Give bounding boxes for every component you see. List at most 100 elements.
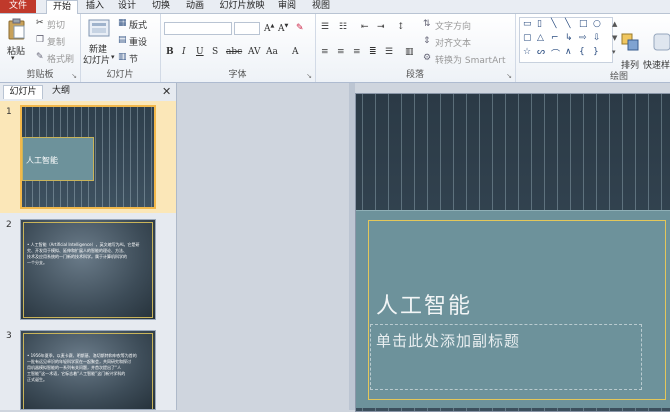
align-left-icon[interactable]: ≡: [321, 47, 329, 57]
down-arrow-shape-icon[interactable]: ⇩: [593, 33, 601, 43]
paste-dropdown-icon[interactable]: ▾: [11, 54, 15, 62]
paste-button[interactable]: 粘贴: [7, 44, 25, 57]
gallery-scroll-up-icon[interactable]: ▲: [612, 20, 617, 28]
drawing-group-label: 绘图: [610, 72, 629, 82]
quick-styles-icon[interactable]: [652, 32, 670, 52]
tab-home[interactable]: 开始: [46, 0, 78, 14]
gallery-scroll-down-icon[interactable]: ▼: [612, 34, 617, 42]
tab-animations[interactable]: 动画: [182, 0, 208, 13]
underline-icon[interactable]: U: [196, 47, 204, 57]
slide-thumb-title: 人工智能: [26, 156, 58, 165]
format-painter-button[interactable]: 格式刷: [47, 52, 74, 65]
elbow-arrow-shape-icon[interactable]: ↳: [565, 33, 573, 43]
new-slide-button[interactable]: 幻灯片: [83, 53, 110, 66]
shrink-font-icon[interactable]: A▼: [278, 23, 288, 34]
rectangle-shape-icon[interactable]: □: [579, 19, 588, 29]
line-shape-icon[interactable]: ╲: [551, 19, 556, 29]
text-direction-icon[interactable]: ⇅: [423, 19, 431, 29]
slides-group-label: 幻灯片: [106, 70, 134, 80]
arrange-icon[interactable]: [620, 32, 640, 52]
justify-icon[interactable]: ≣: [369, 47, 377, 57]
grow-font-icon[interactable]: A▲: [264, 23, 274, 34]
distribute-icon[interactable]: ☰: [385, 47, 393, 57]
tab-transitions[interactable]: 切换: [148, 0, 174, 13]
smartart-icon[interactable]: ⚙: [423, 53, 431, 63]
tab-design[interactable]: 设计: [114, 0, 140, 13]
increase-indent-icon[interactable]: ⇥: [377, 22, 385, 32]
numbering-icon[interactable]: ☷: [339, 22, 347, 32]
font-launcher-icon[interactable]: ↘: [306, 72, 312, 80]
quick-styles-button[interactable]: 快速样: [643, 58, 670, 71]
slide-thumbnail-3[interactable]: • 1956年夏季，以麦卡赛、明斯基、洛切斯特和申农等为首的 一批有远见卓识的年…: [20, 330, 156, 410]
strikethrough-icon[interactable]: abc: [226, 47, 242, 57]
reset-icon[interactable]: ▤: [118, 35, 127, 45]
vertical-textbox-shape-icon[interactable]: ▯: [537, 19, 542, 29]
section-icon[interactable]: ▥: [118, 52, 127, 62]
line-shape-icon-2[interactable]: ╲: [565, 19, 570, 29]
gallery-more-icon[interactable]: ▾: [612, 48, 616, 56]
layout-icon[interactable]: ▦: [118, 18, 127, 28]
shadow-icon[interactable]: S: [212, 47, 218, 57]
bullets-icon[interactable]: ☰: [321, 22, 329, 32]
align-center-icon[interactable]: ≡: [337, 47, 345, 57]
tab-slides[interactable]: 幻灯片: [3, 85, 43, 99]
slide-thumbnail-2[interactable]: • 人工智能（Artificial Intelligence），英文缩写为AI。…: [20, 219, 156, 320]
new-slide-dropdown-icon[interactable]: ▾: [111, 53, 115, 61]
clipboard-group-label: 剪贴板: [26, 70, 54, 80]
cut-icon[interactable]: ✂: [36, 18, 44, 28]
left-brace-shape-icon[interactable]: {: [579, 47, 585, 57]
shapes-gallery[interactable]: ▭ ▯ ╲ ╲ □ ○ ▢ △ ⌐ ↳ ⇨ ⇩ ☆ ᔕ ⌒ ∧ { }: [519, 17, 613, 63]
format-painter-icon[interactable]: ✎: [36, 52, 44, 62]
tab-view[interactable]: 视图: [308, 0, 334, 13]
rounded-rect-shape-icon[interactable]: ▢: [523, 33, 532, 43]
tab-file[interactable]: 文件: [0, 0, 36, 13]
caret-shape-icon[interactable]: ∧: [565, 47, 572, 57]
font-size-combo[interactable]: [234, 22, 260, 35]
smartart-button[interactable]: 转换为 SmartArt: [435, 53, 505, 66]
tab-insert[interactable]: 插入: [82, 0, 108, 13]
decrease-indent-icon[interactable]: ⇤: [361, 22, 369, 32]
slide-thumbnail-1[interactable]: 人工智能: [20, 105, 156, 209]
subtitle-placeholder[interactable]: 单击此处添加副标题: [376, 330, 520, 351]
change-case-icon[interactable]: Aa: [266, 47, 278, 57]
close-panel-icon[interactable]: ✕: [162, 85, 171, 98]
line-spacing-icon[interactable]: ↕: [397, 22, 405, 32]
copy-button[interactable]: 复制: [47, 35, 65, 48]
italic-icon[interactable]: I: [182, 47, 186, 57]
freeform-shape-icon[interactable]: ᔕ: [537, 47, 545, 57]
copy-icon[interactable]: ❐: [36, 35, 44, 45]
clipboard-launcher-icon[interactable]: ↘: [71, 72, 77, 80]
right-arrow-shape-icon[interactable]: ⇨: [579, 33, 587, 43]
char-spacing-icon[interactable]: AV: [248, 47, 261, 57]
font-name-combo[interactable]: [164, 22, 232, 35]
triangle-shape-icon[interactable]: △: [537, 33, 544, 43]
slide-title[interactable]: 人工智能: [376, 288, 472, 320]
new-slide-icon[interactable]: [88, 18, 110, 38]
layout-button[interactable]: 版式: [129, 18, 147, 31]
tab-outline[interactable]: 大纲: [44, 85, 78, 98]
oval-shape-icon[interactable]: ○: [593, 19, 601, 29]
clear-format-icon[interactable]: ✎: [296, 23, 304, 33]
align-text-icon[interactable]: ⇕: [423, 36, 431, 46]
tab-slideshow[interactable]: 幻灯片放映: [216, 0, 268, 13]
align-right-icon[interactable]: ≡: [353, 47, 361, 57]
align-text-button[interactable]: 对齐文本: [435, 36, 471, 49]
columns-icon[interactable]: ▥: [405, 47, 414, 57]
bold-icon[interactable]: B: [166, 47, 174, 57]
slide-thumb-text: 一批有远见卓识的年轻科学家在一起聚会，共同研究和探讨: [27, 359, 131, 364]
textbox-shape-icon[interactable]: ▭: [523, 19, 532, 29]
reset-button[interactable]: 重设: [129, 35, 147, 48]
right-brace-shape-icon[interactable]: }: [593, 47, 599, 57]
curve-shape-icon[interactable]: ⌒: [551, 47, 560, 60]
paste-icon[interactable]: [8, 18, 26, 40]
font-color-icon[interactable]: A: [292, 47, 299, 57]
text-direction-button[interactable]: 文字方向: [435, 19, 471, 32]
elbow-connector-shape-icon[interactable]: ⌐: [551, 33, 559, 43]
paragraph-launcher-icon[interactable]: ↘: [506, 72, 512, 80]
section-button[interactable]: 节: [129, 52, 138, 65]
main-slide-canvas[interactable]: 人工智能 单击此处添加副标题: [355, 93, 670, 412]
star-shape-icon[interactable]: ☆: [523, 47, 531, 57]
slide-thumb-frame: [23, 222, 153, 318]
tab-review[interactable]: 审阅: [274, 0, 300, 13]
cut-button[interactable]: 剪切: [47, 18, 65, 31]
